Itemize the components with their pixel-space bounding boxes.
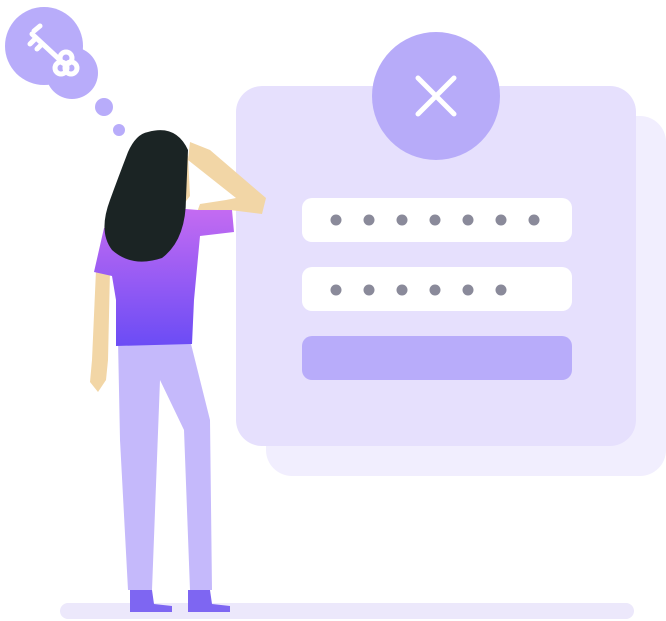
- password-field-1[interactable]: [302, 198, 572, 242]
- left-shoe: [130, 590, 172, 612]
- submit-button[interactable]: [302, 336, 572, 380]
- pants: [118, 340, 212, 590]
- illustration-canvas: [0, 0, 666, 621]
- right-shoe: [188, 590, 230, 612]
- error-badge: [372, 32, 500, 160]
- login-error-illustration: [5, 7, 666, 619]
- left-arm: [90, 270, 110, 392]
- password-field-2[interactable]: [302, 267, 572, 311]
- hair: [104, 130, 188, 262]
